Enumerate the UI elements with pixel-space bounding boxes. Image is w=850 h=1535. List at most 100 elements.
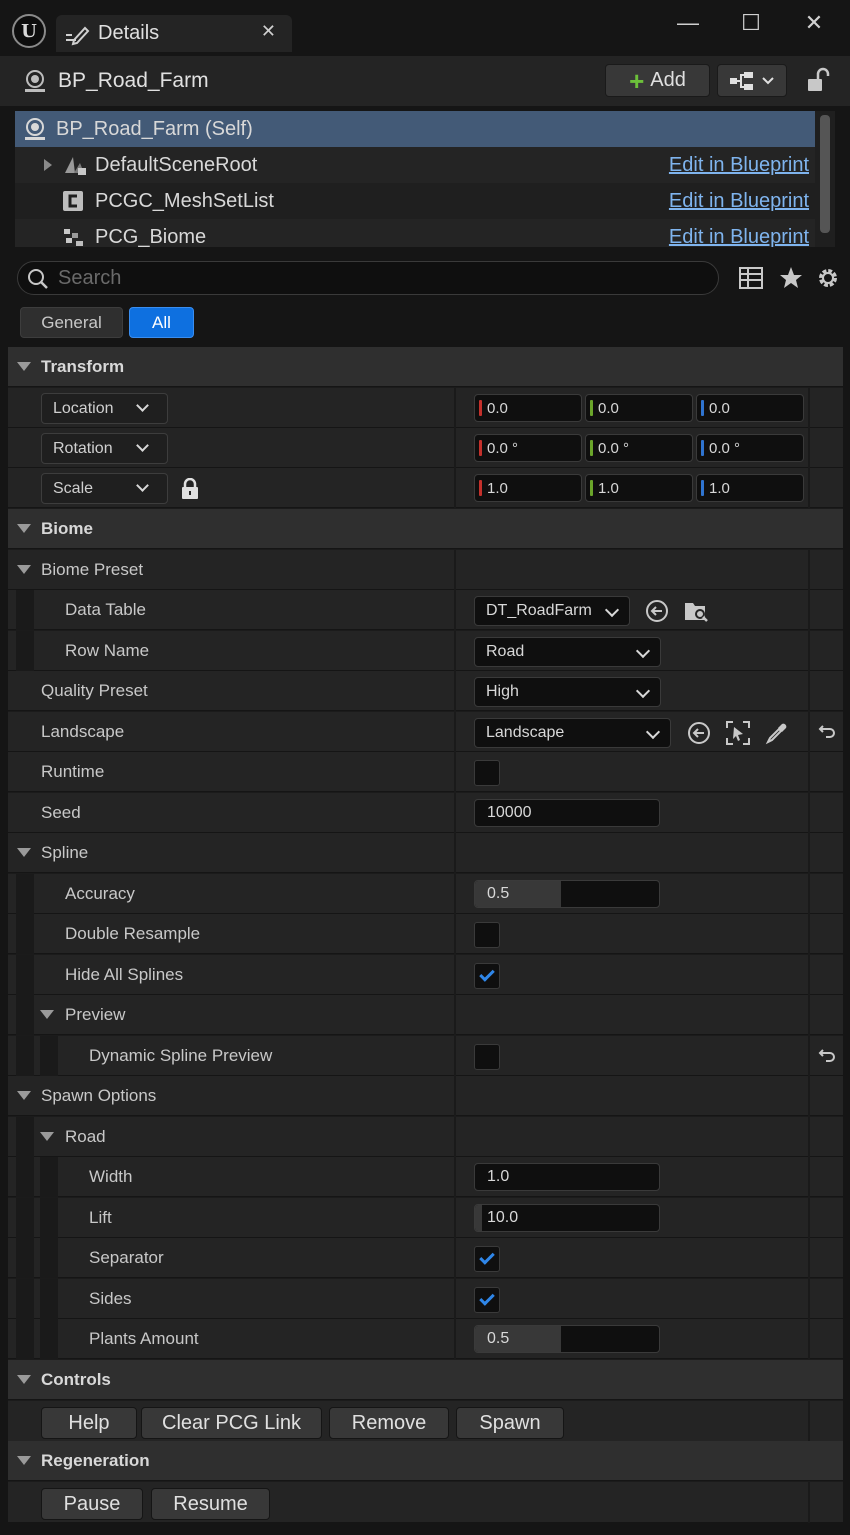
seed-field[interactable]: 10000 (474, 799, 660, 827)
star-icon[interactable] (778, 265, 804, 291)
chevron-down-icon (645, 724, 661, 740)
tree-item-pcg-biome[interactable]: PCG_Biome Edit in Blueprint (15, 219, 815, 247)
use-selected-icon[interactable] (686, 720, 712, 746)
collapse-arrow-icon[interactable] (40, 1010, 54, 1019)
gear-icon[interactable] (815, 265, 841, 291)
lock-icon[interactable] (180, 478, 200, 500)
dynamic-spline-preview-checkbox[interactable] (474, 1044, 500, 1070)
collapse-arrow-icon[interactable] (17, 524, 31, 533)
search-icon (28, 269, 48, 289)
eyedropper-icon[interactable] (764, 720, 790, 746)
scale-x-field[interactable]: 1.0 (474, 474, 582, 502)
collapse-arrow-icon[interactable] (17, 1375, 31, 1384)
accuracy-slider[interactable]: 0.5 (474, 880, 660, 908)
search-input[interactable] (58, 262, 698, 294)
category-transform[interactable]: Transform (8, 347, 843, 387)
accuracy-value: 0.5 (487, 885, 510, 902)
scale-y-field[interactable]: 1.0 (585, 474, 693, 502)
divider (808, 752, 810, 792)
landscape-value: Landscape (486, 724, 565, 741)
collapse-arrow-icon[interactable] (17, 1456, 31, 1465)
row-name-dropdown[interactable]: Road (474, 637, 661, 667)
rotation-z-field[interactable]: 0.0 ° (696, 434, 804, 462)
tab-close-icon[interactable]: ✕ (261, 21, 276, 42)
tree-item-self[interactable]: BP_Road_Farm (Self) (15, 111, 815, 147)
checkmark-icon (479, 966, 495, 982)
divider (808, 1279, 810, 1319)
tree-item-pcgc-meshsetlist[interactable]: PCGC_MeshSetList Edit in Blueprint (15, 183, 815, 219)
spawn-button[interactable]: Spawn (456, 1407, 564, 1439)
location-x-field[interactable]: 0.0 (474, 394, 582, 422)
location-z-field[interactable]: 0.0 (696, 394, 804, 422)
location-y-field[interactable]: 0.0 (585, 394, 693, 422)
collapse-arrow-icon[interactable] (40, 1132, 54, 1141)
select-actor-icon[interactable] (725, 720, 751, 746)
help-button[interactable]: Help (41, 1407, 137, 1439)
landscape-dropdown[interactable]: Landscape (474, 718, 671, 748)
hide-all-splines-checkbox[interactable] (474, 963, 500, 989)
window-close-icon[interactable]: ✕ (799, 10, 829, 36)
blueprint-options-button[interactable] (717, 64, 787, 97)
rotation-x-field[interactable]: 0.0 ° (474, 434, 582, 462)
rotation-dropdown[interactable]: Rotation (41, 433, 168, 464)
tab-details[interactable]: Details ✕ (56, 15, 292, 52)
edit-in-blueprint-link[interactable]: Edit in Blueprint (669, 226, 809, 248)
use-selected-icon[interactable] (644, 598, 670, 624)
reset-to-default-icon[interactable] (818, 1046, 836, 1064)
scene-component-icon (65, 157, 86, 175)
separator-checkbox[interactable] (474, 1246, 500, 1272)
tree-item-label: DefaultSceneRoot (95, 153, 258, 176)
edit-in-blueprint-link[interactable]: Edit in Blueprint (669, 154, 809, 177)
group-road[interactable]: Road (8, 1117, 843, 1157)
width-field[interactable]: 1.0 (474, 1163, 660, 1191)
double-resample-checkbox[interactable] (474, 922, 500, 948)
filter-tab-all[interactable]: All (129, 307, 194, 338)
group-title: Road (65, 1127, 106, 1146)
category-controls[interactable]: Controls (8, 1360, 843, 1400)
plants-amount-slider[interactable]: 0.5 (474, 1325, 660, 1353)
location-dropdown[interactable]: Location (41, 393, 168, 424)
collapse-arrow-icon[interactable] (17, 565, 31, 574)
filter-tab-general[interactable]: General (20, 307, 123, 338)
unlock-icon[interactable] (806, 67, 830, 93)
collapse-arrow-icon[interactable] (17, 362, 31, 371)
indent-guide (16, 590, 34, 630)
tree-scrollbar[interactable] (820, 115, 830, 233)
sides-checkbox[interactable] (474, 1287, 500, 1313)
clear-pcg-link-button[interactable]: Clear PCG Link (141, 1407, 322, 1439)
minimize-icon[interactable]: — (673, 10, 703, 36)
maximize-icon[interactable]: ☐ (736, 10, 766, 36)
expand-arrow-icon[interactable] (43, 158, 53, 172)
collapse-arrow-icon[interactable] (17, 848, 31, 857)
lift-slider[interactable]: 10.0 (474, 1204, 660, 1232)
resume-button[interactable]: Resume (151, 1488, 270, 1520)
category-regeneration[interactable]: Regeneration (8, 1441, 843, 1481)
rotation-y-field[interactable]: 0.0 ° (585, 434, 693, 462)
collapse-arrow-icon[interactable] (17, 1091, 31, 1100)
property-landscape: Landscape Landscape (8, 712, 843, 752)
group-spawn-options[interactable]: Spawn Options (8, 1076, 843, 1116)
pause-button[interactable]: Pause (41, 1488, 143, 1520)
remove-button[interactable]: Remove (329, 1407, 449, 1439)
group-biome-preset[interactable]: Biome Preset (8, 550, 843, 590)
scale-dropdown[interactable]: Scale (41, 473, 168, 504)
group-preview[interactable]: Preview (8, 995, 843, 1035)
browse-asset-icon[interactable] (683, 598, 709, 624)
property-label: Plants Amount (89, 1329, 199, 1348)
divider (808, 1401, 810, 1442)
quality-preset-dropdown[interactable]: High (474, 677, 661, 707)
data-table-dropdown[interactable]: DT_RoadFarm (474, 596, 630, 626)
edit-in-blueprint-link[interactable]: Edit in Blueprint (669, 190, 809, 213)
scale-z-field[interactable]: 1.0 (696, 474, 804, 502)
reset-to-default-icon[interactable] (818, 722, 836, 740)
scale-label: Scale (53, 479, 94, 497)
property-label: Accuracy (65, 884, 135, 903)
group-spline[interactable]: Spline (8, 833, 843, 873)
tree-item-defaultsceneroot[interactable]: DefaultSceneRoot Edit in Blueprint (15, 147, 815, 183)
add-component-button[interactable]: + Add (605, 64, 710, 97)
runtime-checkbox[interactable] (474, 760, 500, 786)
category-biome[interactable]: Biome (8, 509, 843, 549)
search-box[interactable] (17, 261, 719, 295)
table-view-icon[interactable] (738, 265, 764, 291)
property-runtime: Runtime (8, 752, 843, 792)
